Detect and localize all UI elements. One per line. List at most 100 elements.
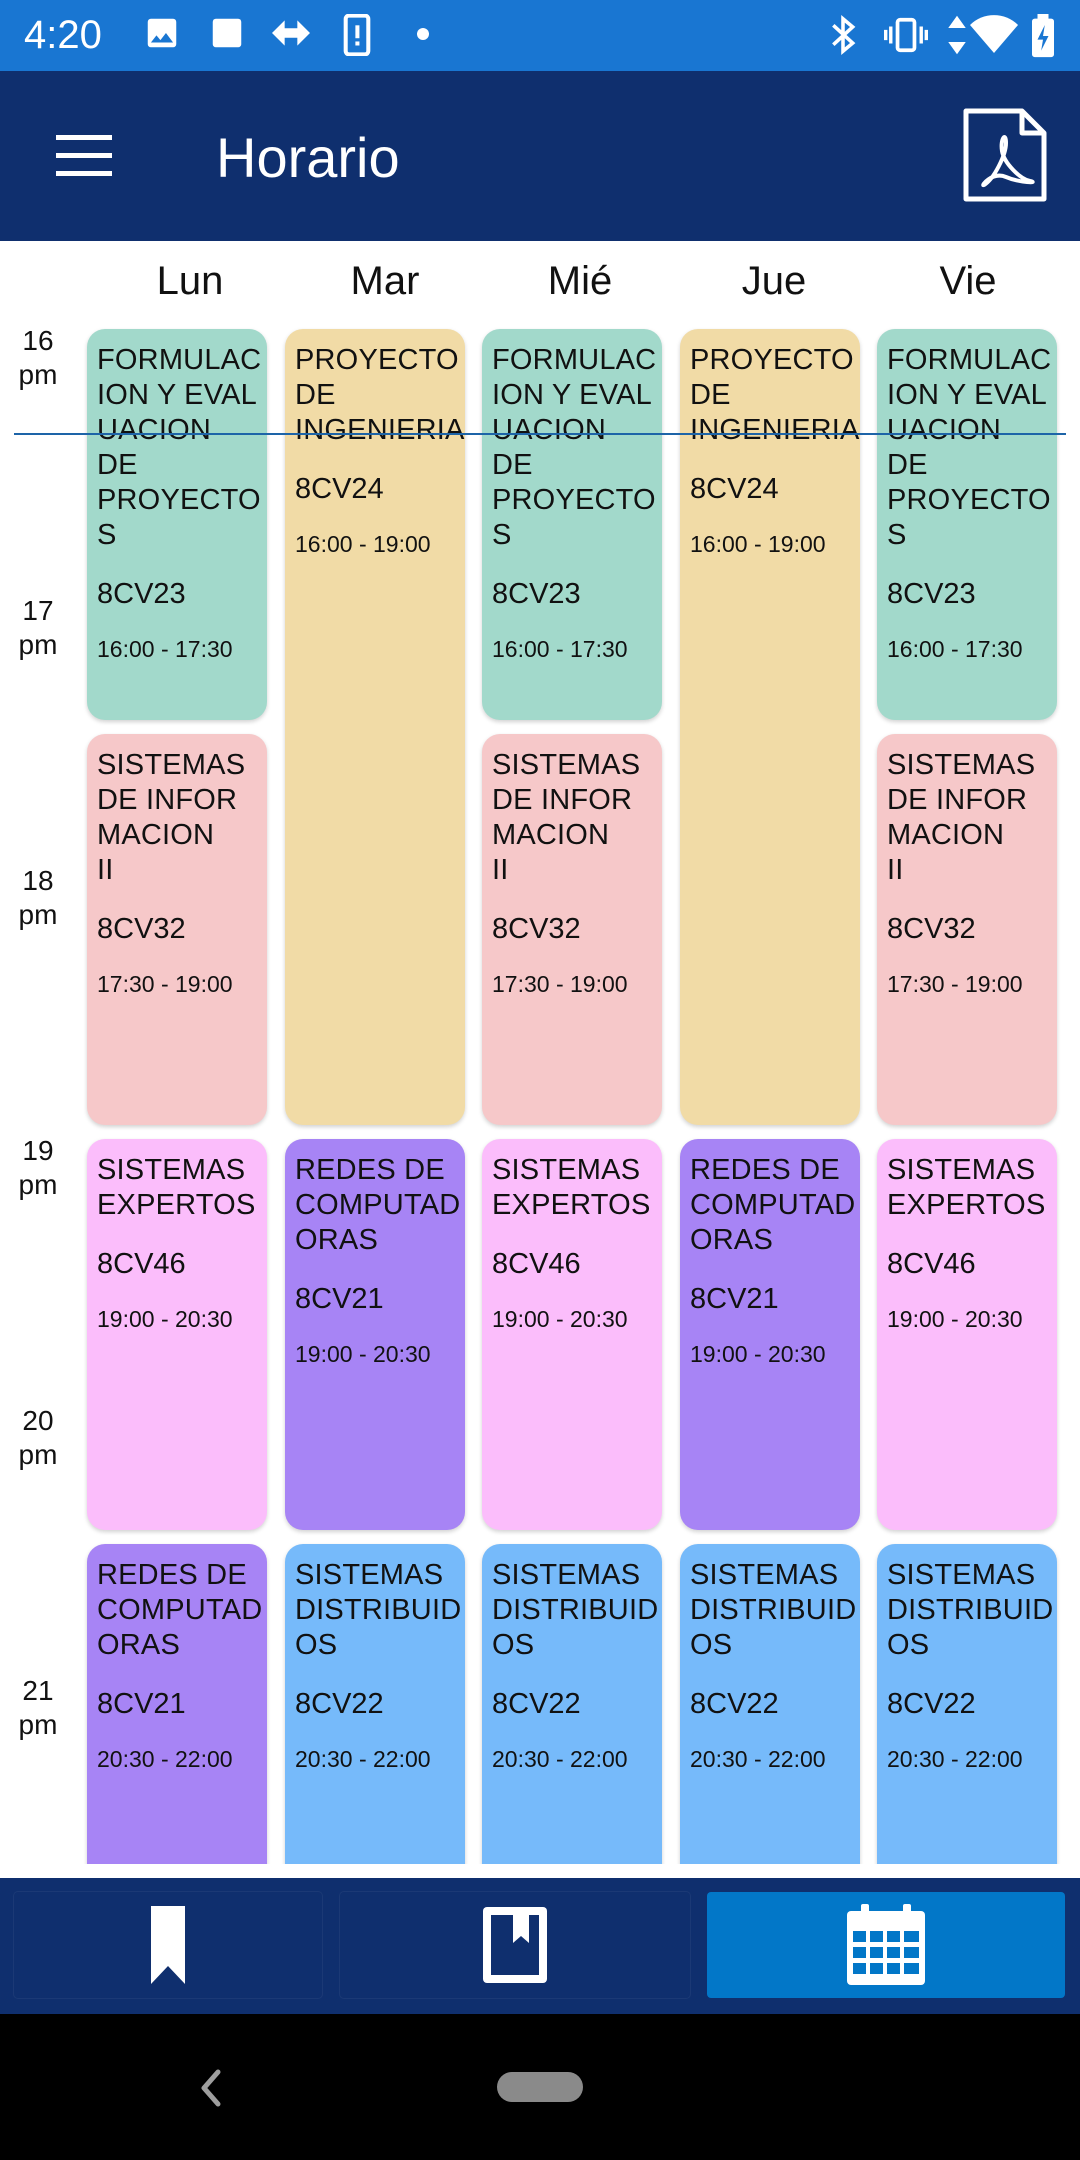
class-name: SISTEMAS DISTRIBUID OS <box>887 1559 1054 1661</box>
bookmark-icon <box>151 1906 185 1984</box>
class-card[interactable]: SISTEMAS DE INFOR MACION II 8CV32 17:30 - … <box>877 734 1057 1125</box>
back-icon[interactable] <box>190 2058 230 2118</box>
nav-tab-bookmarks[interactable] <box>14 1892 322 1998</box>
class-name: SISTEMAS DISTRIBUID OS <box>690 1559 857 1661</box>
class-card[interactable]: FORMULAC ION Y EVAL UACION DE PROYECTO S… <box>482 329 662 720</box>
class-name: REDES DE COMPUTAD ORAS <box>97 1559 263 1661</box>
data-transfer-icon <box>948 15 966 55</box>
class-name: REDES DE COMPUTAD ORAS <box>690 1154 856 1256</box>
class-time: 16:00 - 17:30 <box>492 636 628 662</box>
class-group: 8CV46 <box>887 1248 976 1280</box>
class-time: 19:00 - 20:30 <box>492 1306 628 1332</box>
class-group: 8CV21 <box>690 1283 779 1315</box>
day-header-jue: Jue <box>741 259 807 303</box>
class-card[interactable]: FORMULAC ION Y EVAL UACION DE PROYECTO S… <box>877 329 1057 720</box>
class-name: SISTEMAS DISTRIBUID OS <box>492 1559 659 1661</box>
class-time: 19:00 - 20:30 <box>295 1341 431 1367</box>
nav-tab-subjects[interactable] <box>340 1892 690 1998</box>
class-time: 20:30 - 22:00 <box>690 1746 826 1772</box>
class-card[interactable]: SISTEMAS DE INFOR MACION II 8CV32 17:30 - … <box>87 734 267 1125</box>
class-time: 20:30 - 22:00 <box>295 1746 431 1772</box>
class-group: 8CV46 <box>492 1248 581 1280</box>
class-name: FORMULAC ION Y EVAL UACION DE PROYECTO S <box>887 344 1052 551</box>
home-button[interactable] <box>497 2072 583 2102</box>
class-group: 8CV21 <box>295 1283 384 1315</box>
class-card[interactable]: SISTEMAS EXPERTOS 8CV46 19:00 - 20:30 <box>482 1139 662 1530</box>
wifi-icon <box>970 15 1018 54</box>
class-time: 17:30 - 19:00 <box>492 971 628 997</box>
class-name: SISTEMAS EXPERTOS <box>492 1154 651 1221</box>
bottom-navigation <box>0 1878 1080 2014</box>
direction-notification-icon <box>272 20 310 46</box>
day-header-mie: Mié <box>547 259 613 303</box>
phone-alert-icon <box>343 14 371 56</box>
class-time: 17:30 - 19:00 <box>97 971 233 997</box>
class-name: SISTEMAS DE INFOR MACION II <box>887 749 1036 886</box>
class-group: 8CV24 <box>690 473 779 505</box>
class-time: 20:30 - 22:00 <box>887 1746 1023 1772</box>
class-card[interactable]: SISTEMAS DISTRIBUID OS 8CV22 20:30 - 22:00 <box>680 1544 860 1864</box>
day-header: Lun Mar Mié Jue Vie <box>0 241 1080 326</box>
class-card[interactable]: REDES DE COMPUTAD ORAS 8CV21 19:00 - 20:30 <box>680 1139 860 1530</box>
class-time: 19:00 - 20:30 <box>690 1341 826 1367</box>
calendar-icon <box>847 1904 925 1985</box>
class-card[interactable]: SISTEMAS DE INFOR MACION II 8CV32 17:30 - … <box>482 734 662 1125</box>
book-icon <box>483 1907 547 1983</box>
schedule-grid[interactable]: FORMULAC ION Y EVAL UACION DE PROYECTO S… <box>0 326 1080 1864</box>
day-header-vie: Vie <box>939 259 997 303</box>
class-group: 8CV24 <box>295 473 384 505</box>
class-group: 8CV22 <box>887 1688 976 1720</box>
battery-icon <box>1032 14 1054 58</box>
class-card[interactable]: SISTEMAS DISTRIBUID OS 8CV22 20:30 - 22:00 <box>285 1544 465 1864</box>
class-time: 20:30 - 22:00 <box>97 1746 233 1772</box>
day-header-lun: Lun <box>156 259 224 303</box>
status-bar: 4:20 <box>0 0 1080 71</box>
class-card[interactable]: FORMULAC ION Y EVAL UACION DE PROYECTO S… <box>87 329 267 720</box>
class-group: 8CV22 <box>492 1688 581 1720</box>
status-clock: 4:20 <box>24 13 102 57</box>
class-name: SISTEMAS DE INFOR MACION II <box>492 749 641 886</box>
pdf-export-icon[interactable] <box>960 107 1050 203</box>
class-card[interactable]: REDES DE COMPUTAD ORAS 8CV21 19:00 - 20:30 <box>285 1139 465 1530</box>
class-card[interactable]: SISTEMAS DISTRIBUID OS 8CV22 20:30 - 22:00 <box>482 1544 662 1864</box>
app-bar: Horario <box>0 71 1080 241</box>
square-notification-icon <box>212 18 242 48</box>
class-card[interactable]: PROYECTO DE INGENIERIA 8CV24 16:00 - 19:00 <box>285 329 465 1125</box>
class-group: 8CV23 <box>97 578 186 610</box>
class-group: 8CV32 <box>492 913 581 945</box>
class-time: 20:30 - 22:00 <box>492 1746 628 1772</box>
class-name: SISTEMAS DISTRIBUID OS <box>295 1559 462 1661</box>
class-time: 16:00 - 17:30 <box>887 636 1023 662</box>
class-card[interactable]: REDES DE COMPUTAD ORAS 8CV21 20:30 - 22:00 <box>87 1544 267 1864</box>
class-group: 8CV23 <box>887 578 976 610</box>
page-title: Horario <box>216 126 400 189</box>
class-card[interactable]: SISTEMAS EXPERTOS 8CV46 19:00 - 20:30 <box>877 1139 1057 1530</box>
day-header-mar: Mar <box>350 259 420 303</box>
class-group: 8CV32 <box>887 913 976 945</box>
class-name: REDES DE COMPUTAD ORAS <box>295 1154 461 1256</box>
class-name: FORMULAC ION Y EVAL UACION DE PROYECTO S <box>492 344 657 551</box>
class-time: 17:30 - 19:00 <box>887 971 1023 997</box>
class-group: 8CV22 <box>690 1688 779 1720</box>
class-card[interactable]: SISTEMAS EXPERTOS 8CV46 19:00 - 20:30 <box>87 1139 267 1530</box>
class-group: 8CV21 <box>97 1688 186 1720</box>
class-time: 16:00 - 17:30 <box>97 636 233 662</box>
bluetooth-icon <box>832 15 856 55</box>
class-name: SISTEMAS DE INFOR MACION II <box>97 749 246 886</box>
current-time-line <box>14 433 1066 435</box>
class-card[interactable]: PROYECTO DE INGENIERIA 8CV24 16:00 - 19:00 <box>680 329 860 1125</box>
class-group: 8CV23 <box>492 578 581 610</box>
class-name: SISTEMAS EXPERTOS <box>887 1154 1046 1221</box>
class-card[interactable]: SISTEMAS DISTRIBUID OS 8CV22 20:30 - 22:00 <box>877 1544 1057 1864</box>
class-time: 19:00 - 20:30 <box>887 1306 1023 1332</box>
menu-icon[interactable] <box>50 121 120 191</box>
class-name: FORMULAC ION Y EVAL UACION DE PROYECTO S <box>97 344 262 551</box>
class-time: 16:00 - 19:00 <box>690 531 826 557</box>
nav-tab-schedule[interactable] <box>707 1892 1065 1998</box>
dot-notification-icon <box>417 28 429 40</box>
class-group: 8CV46 <box>97 1248 186 1280</box>
class-name: SISTEMAS EXPERTOS <box>97 1154 256 1221</box>
system-navigation-bar <box>0 2014 1080 2160</box>
vibrate-icon <box>884 17 928 53</box>
class-group: 8CV22 <box>295 1688 384 1720</box>
